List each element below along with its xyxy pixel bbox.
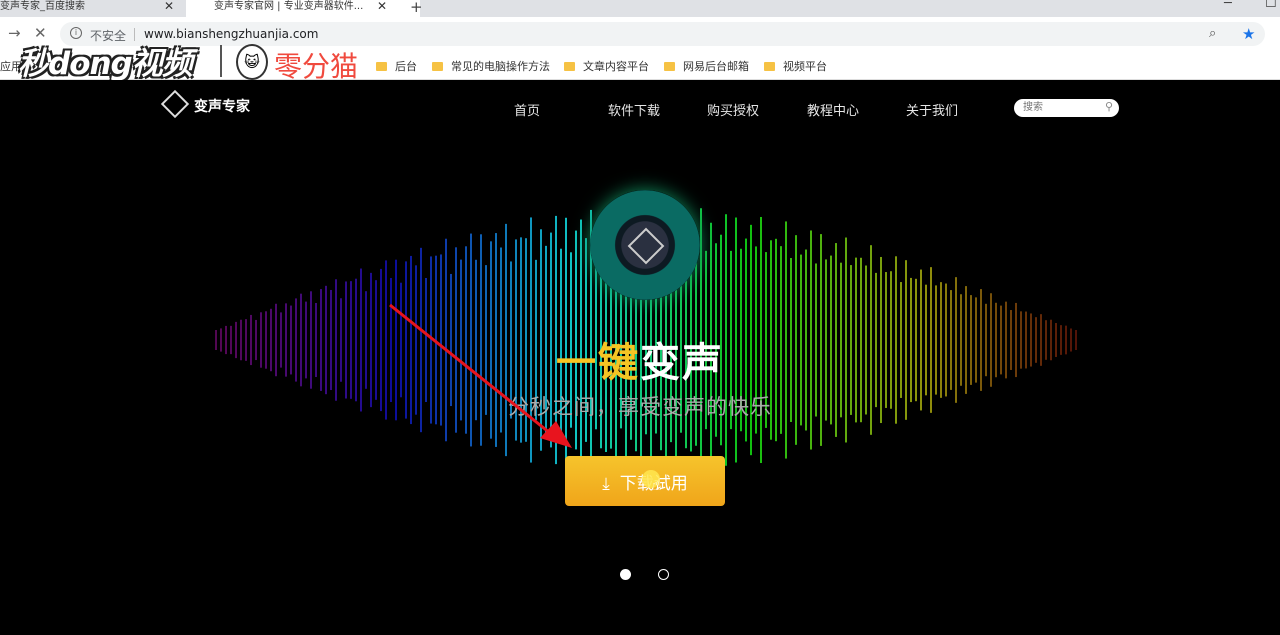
annotation-arrow <box>389 303 572 448</box>
mouse-pointer-icon: ☝ <box>652 475 662 494</box>
